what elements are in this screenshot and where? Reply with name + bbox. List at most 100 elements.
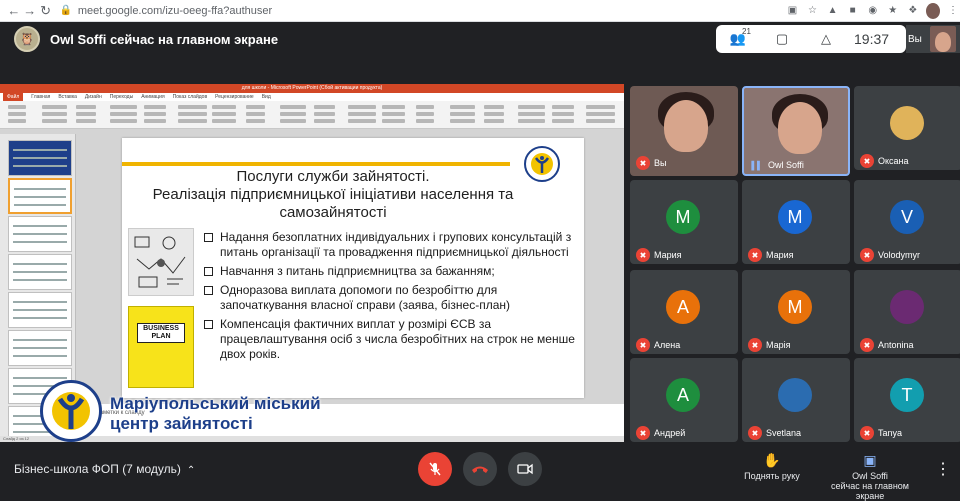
- participant-tile[interactable]: ✖ Вы: [630, 86, 738, 176]
- slide-thumbnail[interactable]: [8, 292, 72, 328]
- ribbon-control[interactable]: [280, 112, 306, 116]
- leave-call-button[interactable]: [463, 452, 497, 486]
- ppt-tab[interactable]: Файл: [3, 93, 24, 101]
- ribbon-control[interactable]: [416, 119, 434, 123]
- ribbon-control[interactable]: [518, 105, 545, 109]
- ppt-tab[interactable]: Переходы: [110, 94, 133, 100]
- participant-tile[interactable]: M ✖ Марія: [742, 270, 850, 354]
- ribbon-control[interactable]: [552, 105, 574, 109]
- ribbon-control[interactable]: [110, 105, 137, 109]
- ppt-tab[interactable]: Дизайн: [85, 94, 102, 100]
- more-icon[interactable]: ⋮: [946, 3, 960, 19]
- mic-toggle-button[interactable]: [418, 452, 452, 486]
- ribbon-control[interactable]: [280, 105, 306, 109]
- ribbon-control[interactable]: [8, 119, 26, 123]
- ribbon-control[interactable]: [552, 119, 574, 123]
- camera-toggle-button[interactable]: [508, 452, 542, 486]
- ribbon-control[interactable]: [382, 112, 405, 116]
- ribbon-control[interactable]: [42, 112, 67, 116]
- ribbon-control[interactable]: [42, 119, 67, 123]
- slide-thumbnail[interactable]: [8, 140, 72, 176]
- ppt-tab[interactable]: Показ слайдов: [173, 94, 207, 100]
- slide-thumbnail[interactable]: [8, 178, 72, 214]
- activities-button[interactable]: △: [804, 31, 848, 47]
- chat-button[interactable]: ▢: [760, 31, 804, 47]
- reload-icon[interactable]: ↻: [38, 2, 54, 20]
- ribbon-control[interactable]: [178, 119, 207, 123]
- participant-tile[interactable]: ✖ Svetlana: [742, 358, 850, 442]
- ribbon-control[interactable]: [314, 105, 335, 109]
- ribbon-control[interactable]: [348, 105, 376, 109]
- ribbon-control[interactable]: [518, 119, 545, 123]
- ppt-tab[interactable]: Вставка: [58, 94, 77, 100]
- ribbon-control[interactable]: [382, 105, 405, 109]
- participant-tile[interactable]: A ✖ Алена: [630, 270, 738, 354]
- ribbon-control[interactable]: [246, 105, 265, 109]
- ribbon-control[interactable]: [144, 112, 166, 116]
- ribbon-control[interactable]: [518, 112, 545, 116]
- people-button[interactable]: 👥 21: [716, 27, 760, 47]
- ribbon-control[interactable]: [314, 112, 335, 116]
- ribbon-control[interactable]: [586, 112, 615, 116]
- more-options-button[interactable]: ⋮: [926, 452, 960, 486]
- address-bar[interactable]: 🔒 meet.google.com /izu-oeeg-ffa?authuser: [59, 1, 780, 20]
- extension-icon[interactable]: ▲: [826, 3, 840, 19]
- meeting-details-button[interactable]: Бізнес-школа ФОП (7 модуль) ⌃: [14, 462, 195, 476]
- participant-tile[interactable]: M ✖ Мария: [630, 180, 738, 264]
- extension-icon[interactable]: ★: [886, 3, 900, 19]
- participant-tile[interactable]: ✖ Оксана: [854, 86, 960, 170]
- ribbon-control[interactable]: [450, 105, 475, 109]
- ribbon-control[interactable]: [586, 119, 615, 123]
- ribbon-control[interactable]: [178, 112, 207, 116]
- ribbon-control[interactable]: [178, 105, 207, 109]
- ribbon-control[interactable]: [76, 119, 96, 123]
- ribbon-control[interactable]: [110, 112, 137, 116]
- ribbon-control[interactable]: [484, 112, 504, 116]
- raise-hand-button[interactable]: ✋ Поднять руку: [742, 452, 802, 481]
- ribbon-control[interactable]: [484, 105, 504, 109]
- extension-icon[interactable]: ◉: [866, 3, 880, 19]
- star-icon[interactable]: ☆: [806, 3, 820, 19]
- participant-tile[interactable]: ✖ Antonina: [854, 270, 960, 354]
- presenting-button[interactable]: ▣ Owl Soffi сейчас на главном экране: [816, 452, 924, 501]
- ppt-tab[interactable]: Рецензирование: [215, 94, 254, 100]
- ribbon-control[interactable]: [246, 112, 265, 116]
- ribbon-control[interactable]: [280, 119, 306, 123]
- ppt-tab[interactable]: Главная: [31, 94, 50, 100]
- camera-icon[interactable]: ▣: [785, 3, 799, 19]
- ribbon-control[interactable]: [552, 112, 574, 116]
- ribbon-control[interactable]: [314, 119, 335, 123]
- ribbon-control[interactable]: [416, 112, 434, 116]
- ribbon-control[interactable]: [110, 119, 137, 123]
- ribbon-control[interactable]: [382, 119, 405, 123]
- extension-icon[interactable]: ■: [846, 3, 860, 19]
- ribbon-control[interactable]: [144, 119, 166, 123]
- ribbon-control[interactable]: [416, 105, 434, 109]
- ribbon-control[interactable]: [450, 119, 475, 123]
- slide-thumbnail[interactable]: [8, 330, 72, 366]
- ribbon-control[interactable]: [76, 112, 96, 116]
- slide-thumbnail[interactable]: [8, 254, 72, 290]
- ribbon-control[interactable]: [586, 105, 615, 109]
- participant-tile[interactable]: T ✖ Tanya: [854, 358, 960, 442]
- ribbon-control[interactable]: [450, 112, 475, 116]
- forward-icon[interactable]: →: [22, 2, 38, 20]
- participant-tile[interactable]: ▌▌ Owl Soffi: [742, 86, 850, 176]
- participant-tile[interactable]: M ✖ Мария: [742, 180, 850, 264]
- avatar[interactable]: [925, 2, 940, 19]
- ribbon-control[interactable]: [212, 112, 236, 116]
- ribbon-control[interactable]: [348, 112, 376, 116]
- ribbon-control[interactable]: [144, 105, 166, 109]
- ribbon-control[interactable]: [76, 105, 96, 109]
- ribbon-control[interactable]: [8, 112, 26, 116]
- participant-tile[interactable]: V ✖ Volodymyr: [854, 180, 960, 264]
- ribbon-control[interactable]: [8, 105, 26, 109]
- ribbon-control[interactable]: [246, 119, 265, 123]
- ppt-tab[interactable]: Вид: [262, 94, 271, 100]
- ribbon-control[interactable]: [484, 119, 504, 123]
- slide-thumbnail[interactable]: [8, 216, 72, 252]
- puzzle-icon[interactable]: ❖: [906, 3, 920, 19]
- participant-tile[interactable]: A ✖ Андрей: [630, 358, 738, 442]
- ribbon-control[interactable]: [212, 119, 236, 123]
- ppt-tab[interactable]: Анимация: [141, 94, 164, 100]
